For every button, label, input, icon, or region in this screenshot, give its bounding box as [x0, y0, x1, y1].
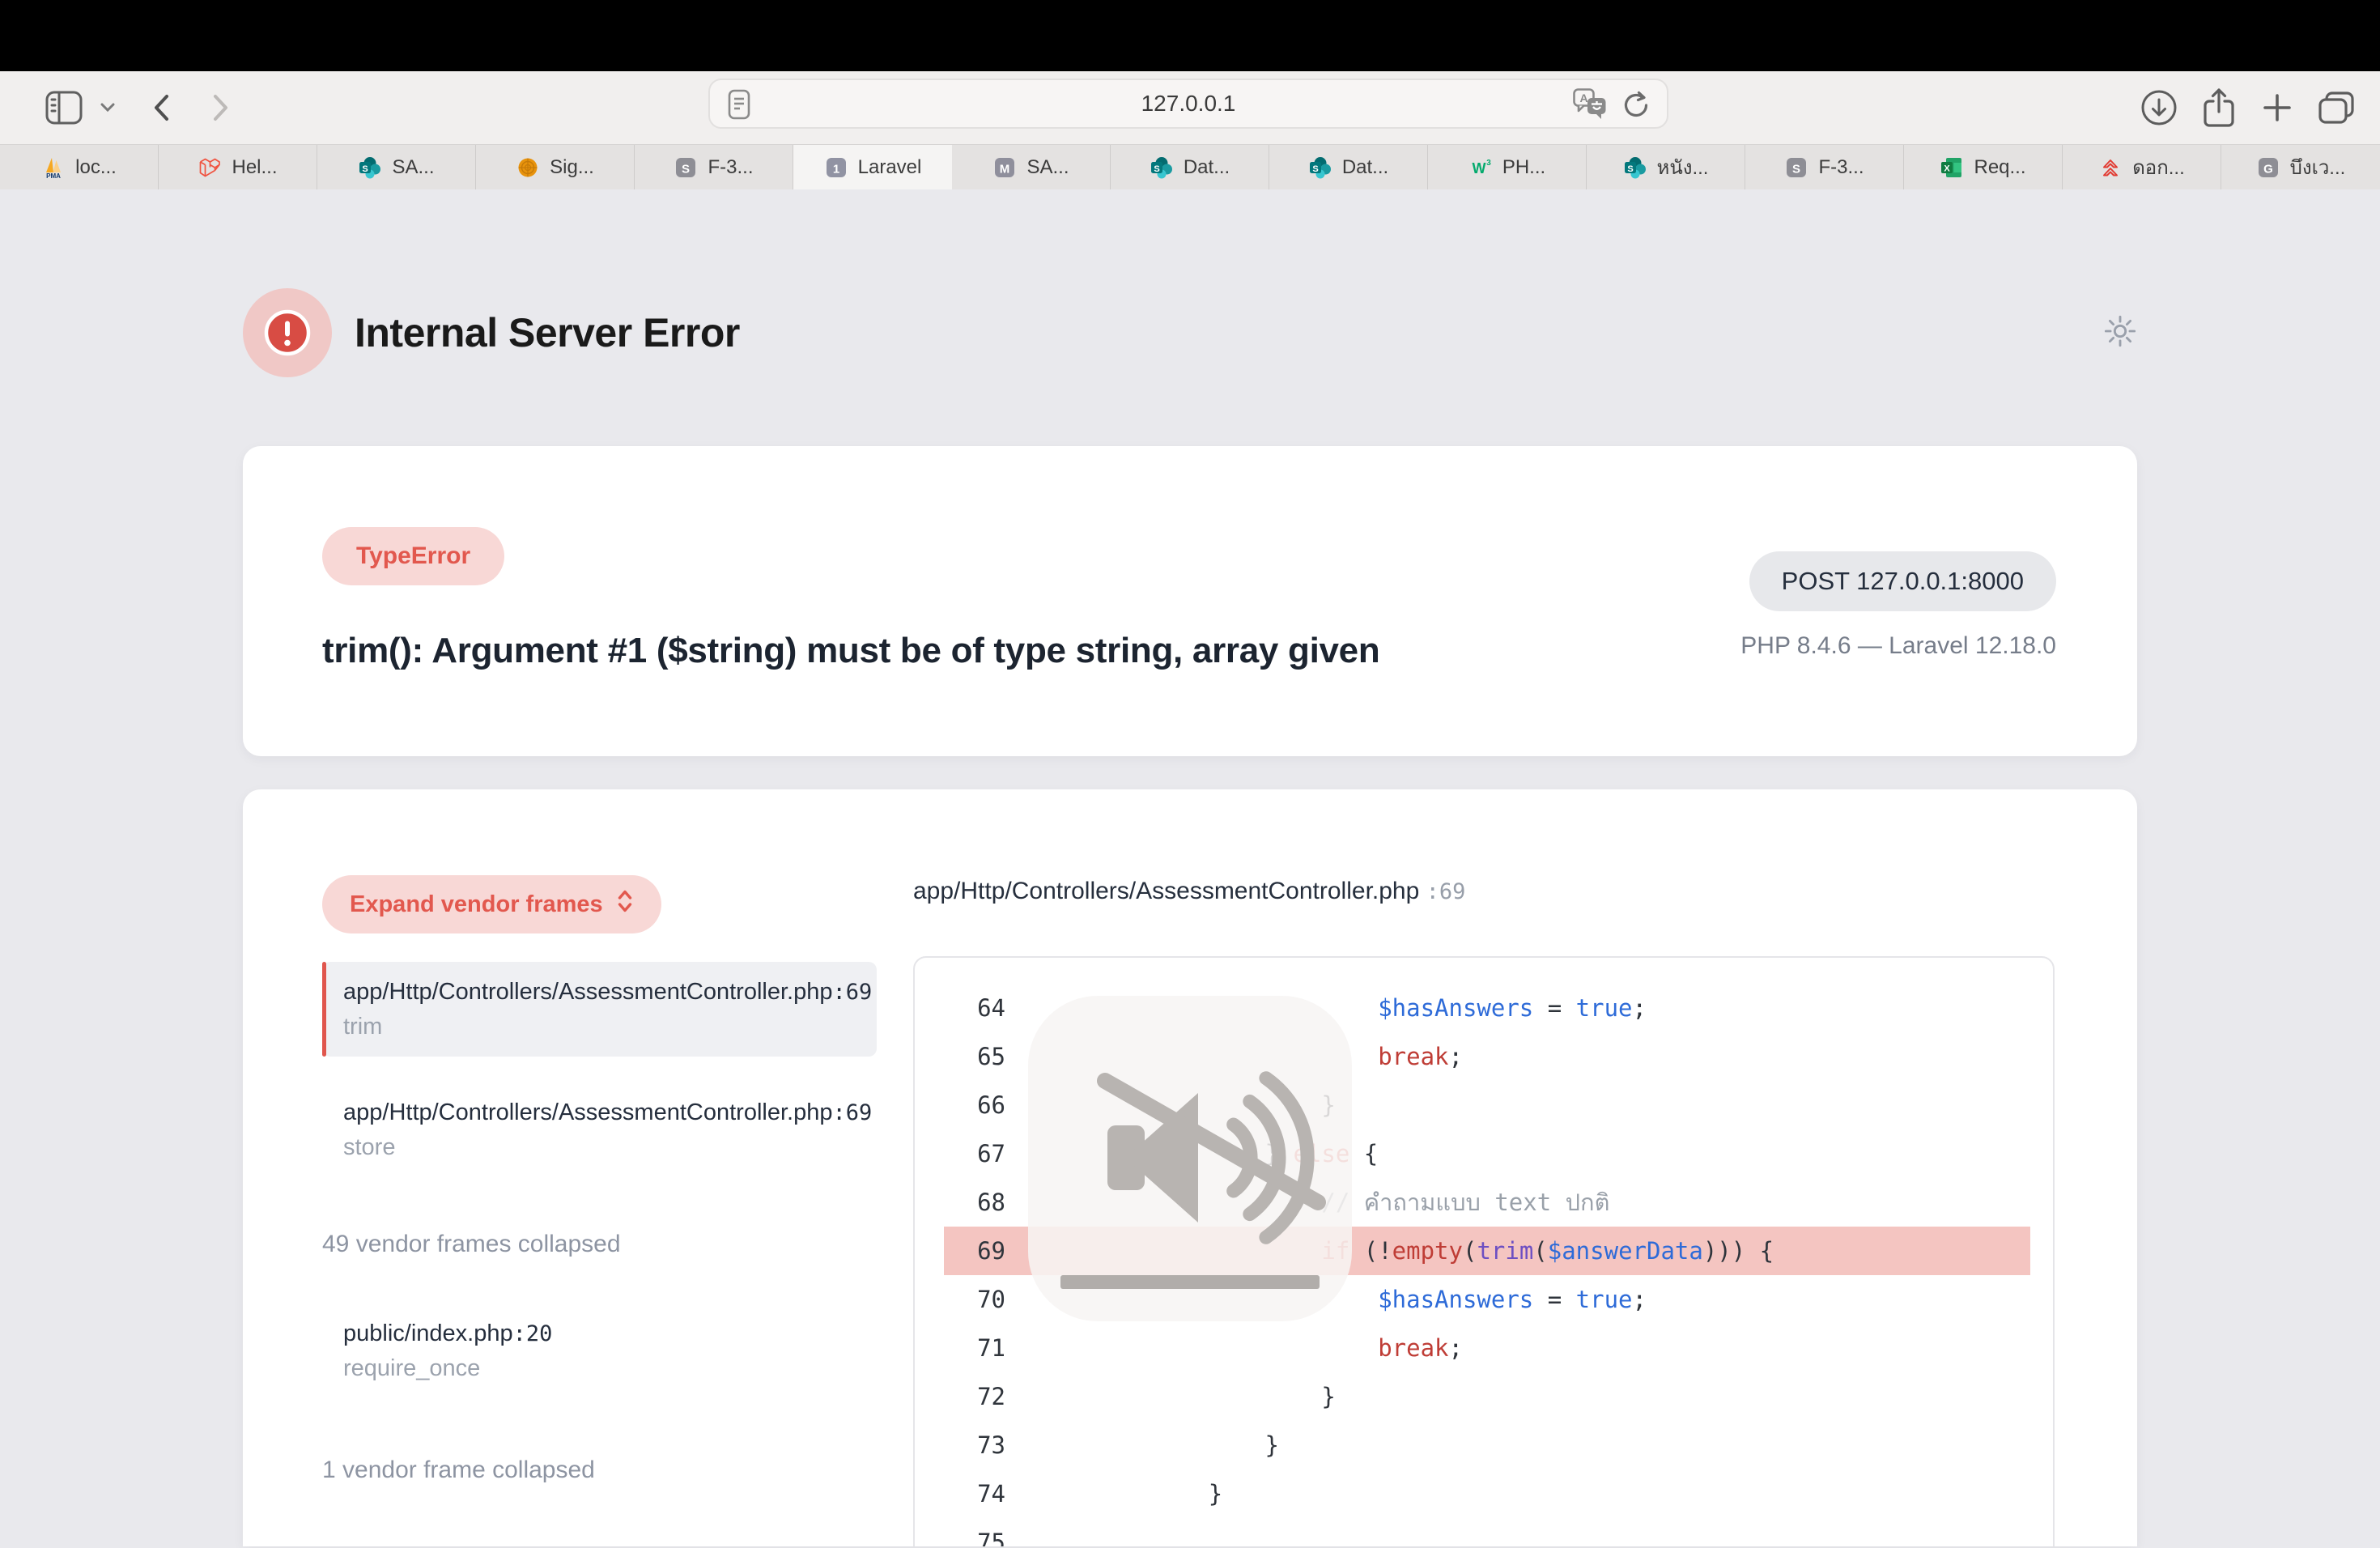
- share-icon[interactable]: [2200, 87, 2238, 128]
- reload-icon[interactable]: [1621, 89, 1651, 124]
- browser-tab[interactable]: G บึงเว...: [2221, 145, 2380, 189]
- macos-volume-mute-hud: [1028, 996, 1352, 1321]
- chevron-down-icon[interactable]: [100, 103, 115, 113]
- trace-column: Expand vendor frames app/Http/Controller…: [322, 875, 877, 1546]
- frame-function: store: [343, 1133, 856, 1161]
- address-bar[interactable]: 127.0.0.1 A: [708, 79, 1668, 129]
- tab-overview-icon[interactable]: [2317, 90, 2356, 125]
- exception-type-badge: TypeError: [322, 527, 504, 585]
- tab-strip: PMA loc... Hel... S SA... Sig... S F-3..…: [0, 144, 2380, 189]
- collapsed-frames-label[interactable]: 1 vendor frame collapsed: [322, 1455, 877, 1486]
- browser-tab[interactable]: Sig...: [476, 145, 635, 189]
- red-chevrons-favicon-icon: [2098, 155, 2123, 180]
- sharepoint-favicon-icon: S: [1623, 155, 1647, 180]
- forward-icon[interactable]: [212, 94, 230, 121]
- svg-text:S: S: [1154, 164, 1159, 174]
- page-title: Internal Server Error: [355, 309, 740, 356]
- top-black-bar: [0, 0, 2380, 71]
- expand-chevrons-icon: [616, 887, 634, 921]
- page-body: Internal Server Error TypeError trim(): …: [0, 189, 2380, 1548]
- frame-path: app/Http/Controllers/AssessmentControlle…: [343, 978, 856, 1006]
- browser-tab[interactable]: 1 Laravel: [793, 145, 952, 189]
- laravel-favicon-icon: [198, 155, 222, 180]
- svg-text:S: S: [1312, 164, 1318, 174]
- stack-frame-item[interactable]: public/index.php:20 require_once: [322, 1303, 877, 1398]
- browser-tab[interactable]: S Dat...: [1269, 145, 1428, 189]
- browser-tab[interactable]: ดอก...: [2063, 145, 2221, 189]
- browser-tab[interactable]: S หนัง...: [1587, 145, 1745, 189]
- sidebar-toggle-icon[interactable]: [45, 91, 83, 125]
- svg-text:1: 1: [832, 162, 839, 176]
- gray-m-favicon-icon: M: [992, 155, 1017, 180]
- speaker-muted-icon: [1028, 996, 1352, 1321]
- svg-text:M: M: [1000, 162, 1010, 176]
- browser-tab[interactable]: S SA...: [317, 145, 476, 189]
- gray-g-favicon-icon: G: [2256, 155, 2280, 180]
- browser-toolbar: 127.0.0.1 A: [0, 71, 2380, 144]
- sharepoint-favicon-icon: S: [1308, 155, 1332, 180]
- stack-frame-item[interactable]: app/Http/Controllers/AssessmentControlle…: [322, 962, 877, 1057]
- code-line: 74 }: [944, 1469, 2030, 1518]
- browser-tab[interactable]: Hel...: [159, 145, 317, 189]
- runtime-versions: PHP 8.4.6 — Laravel 12.18.0: [1740, 632, 2056, 660]
- svg-text:G: G: [2263, 162, 2273, 176]
- browser-tab[interactable]: S F-3...: [635, 145, 793, 189]
- volume-level-bar: [1060, 1275, 1320, 1289]
- collapsed-frames-label[interactable]: 49 vendor frames collapsed: [322, 1229, 877, 1260]
- sharepoint-favicon-icon: S: [1150, 155, 1174, 180]
- error-summary-card: TypeError trim(): Argument #1 ($string) …: [243, 446, 2137, 756]
- svg-text:3: 3: [1486, 159, 1491, 168]
- browser-tab[interactable]: S F-3...: [1745, 145, 1904, 189]
- request-method-badge: POST 127.0.0.1:8000: [1749, 551, 2056, 611]
- w3-favicon-icon: W3: [1468, 155, 1493, 180]
- alert-icon: [243, 288, 332, 377]
- excel-favicon-icon: X: [1940, 155, 1964, 180]
- frames-list: app/Http/Controllers/AssessmentControlle…: [322, 962, 877, 1486]
- stack-frame-item[interactable]: app/Http/Controllers/AssessmentControlle…: [322, 1082, 877, 1177]
- gray-s-favicon-icon: S: [1784, 155, 1808, 180]
- gray-1-favicon-icon: 1: [824, 155, 848, 180]
- browser-tab[interactable]: PMA loc...: [0, 145, 159, 189]
- code-file-header: app/Http/Controllers/AssessmentControlle…: [913, 875, 2055, 908]
- download-icon[interactable]: [2140, 89, 2178, 126]
- svg-text:W: W: [1472, 160, 1485, 176]
- code-line: 72 }: [944, 1372, 2030, 1421]
- svg-text:S: S: [1792, 162, 1800, 176]
- svg-text:S: S: [363, 164, 368, 174]
- frame-function: trim: [343, 1013, 856, 1040]
- url-text: 127.0.0.1: [710, 91, 1667, 117]
- svg-text:S: S: [1627, 164, 1633, 174]
- orange-ball-favicon-icon: [516, 155, 540, 180]
- expand-vendor-frames-button[interactable]: Expand vendor frames: [322, 875, 661, 933]
- browser-tab[interactable]: X Req...: [1904, 145, 2063, 189]
- sun-icon[interactable]: [2103, 314, 2137, 352]
- pma-favicon-icon: PMA: [41, 155, 66, 180]
- browser-tab[interactable]: M SA...: [952, 145, 1111, 189]
- page-header: Internal Server Error: [243, 288, 2137, 377]
- back-icon[interactable]: [152, 94, 170, 121]
- browser-tab[interactable]: S Dat...: [1111, 145, 1269, 189]
- code-line: 73 }: [944, 1421, 2030, 1469]
- translate-icon[interactable]: A: [1573, 88, 1607, 125]
- frame-path: public/index.php:20: [343, 1320, 856, 1348]
- code-line: 71 break;: [944, 1324, 2030, 1372]
- svg-text:PMA: PMA: [46, 172, 61, 180]
- error-message: trim(): Argument #1 ($string) must be of…: [322, 631, 1379, 671]
- gray-s-favicon-icon: S: [674, 155, 698, 180]
- browser-tab[interactable]: W3 PH...: [1428, 145, 1587, 189]
- svg-text:S: S: [682, 162, 690, 176]
- frame-path: app/Http/Controllers/AssessmentControlle…: [343, 1099, 856, 1127]
- plus-icon[interactable]: [2260, 91, 2294, 125]
- svg-text:A: A: [1579, 91, 1587, 104]
- code-line: 75: [944, 1518, 2030, 1546]
- svg-text:X: X: [1944, 164, 1951, 173]
- sharepoint-favicon-icon: S: [358, 155, 382, 180]
- frame-function: require_once: [343, 1354, 856, 1382]
- code-line-ref: :69: [1426, 879, 1466, 904]
